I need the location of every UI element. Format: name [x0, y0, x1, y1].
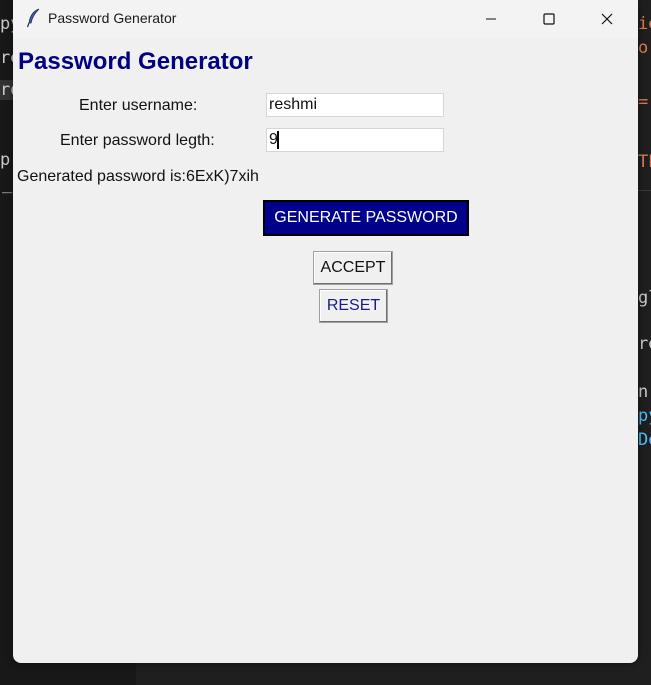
maximize-icon [543, 13, 555, 25]
editor-fragment: ie [638, 14, 651, 34]
editor-fragment: =" [638, 92, 651, 112]
password-generator-window: Password Generator Password Generator En… [13, 0, 638, 663]
editor-fragment: py [638, 406, 651, 426]
editor-fragment: gl [638, 288, 651, 308]
editor-fragment: re [638, 334, 651, 354]
feather-icon [26, 8, 40, 28]
minimize-button[interactable] [468, 0, 514, 38]
title-bar[interactable]: Password Generator [13, 0, 638, 38]
editor-divider [636, 190, 651, 191]
reset-button[interactable]: RESET [319, 289, 388, 323]
password-length-label: Enter password legth: [60, 132, 215, 149]
maximize-button[interactable] [526, 0, 572, 38]
window-title: Password Generator [48, 10, 177, 26]
editor-fragment: De [638, 430, 651, 450]
editor-fragment: or [638, 38, 651, 58]
editor-fragment: n [638, 382, 649, 402]
close-button[interactable] [584, 0, 630, 38]
password-length-input[interactable] [266, 128, 444, 152]
generate-password-button[interactable]: GENERATE PASSWORD [263, 200, 469, 236]
editor-fragment: _ [2, 174, 13, 194]
username-input[interactable] [266, 93, 444, 117]
minimize-icon [486, 18, 496, 20]
username-label: Enter username: [79, 97, 198, 114]
accept-button[interactable]: ACCEPT [313, 251, 393, 285]
text-cursor [277, 131, 279, 149]
generated-password-text: Generated password is:6ExK)7xih [17, 168, 259, 185]
editor-fragment: p [0, 150, 11, 170]
close-icon [601, 13, 613, 25]
page-title: Password Generator [18, 48, 253, 75]
editor-fragment: TE [638, 152, 651, 172]
